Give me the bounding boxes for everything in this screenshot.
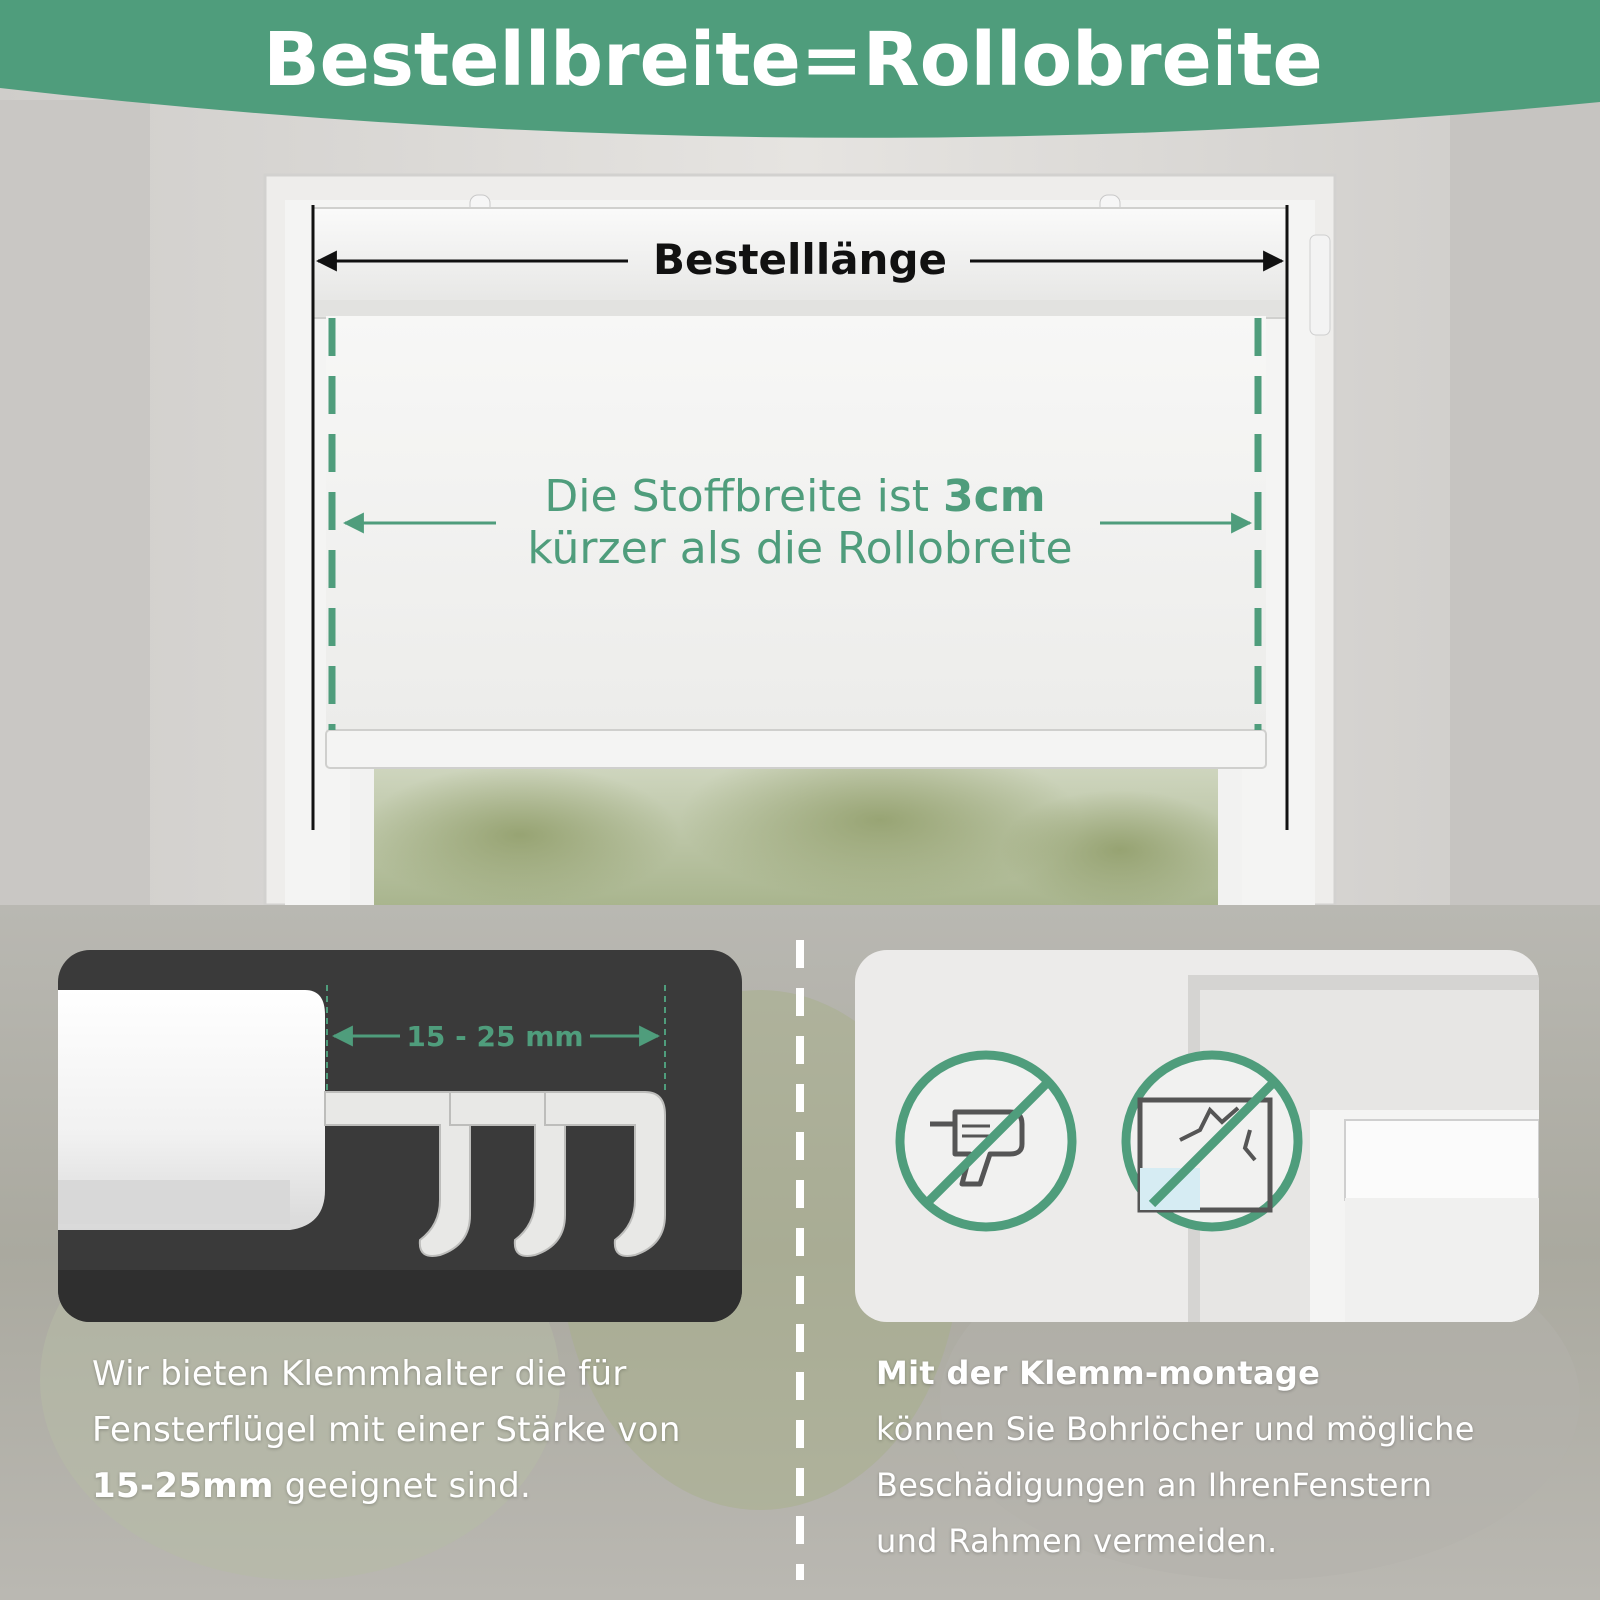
clamp-caption-bold: 15-25mm [92, 1466, 274, 1506]
product-infographic: Bestelllänge Die Stoffbreite ist 3cm kür… [0, 0, 1600, 1600]
outside-tree-blur [360, 765, 680, 905]
wall-right-recess [1450, 100, 1600, 905]
outside-tree-blur [1000, 790, 1240, 910]
clamp-caption-line3: 15-25mm geeignet sind. [92, 1458, 742, 1514]
no-drill-icon [895, 1050, 1077, 1232]
order-length-label: Bestelllänge [653, 235, 947, 284]
panel-floor [58, 1270, 742, 1322]
clamp-caption: Wir bieten Klemmhalter die für Fensterfl… [92, 1346, 742, 1514]
wall-left-recess [0, 100, 150, 905]
clamp-caption-rest: geeignet sind. [273, 1466, 532, 1506]
panel-cassette [1344, 1119, 1539, 1201]
clamp-bracket-panel: 15 - 25 mm [58, 950, 742, 1322]
mounting-caption-heading: Mit der Klemm-montage [876, 1354, 1321, 1392]
panel-fabric [1345, 1198, 1539, 1322]
fabric-note-line2: kürzer als die Rollobreite [527, 523, 1072, 574]
window-mullion [1218, 765, 1242, 905]
fabric-note-line1: Die Stoffbreite ist 3cm [544, 471, 1045, 522]
header-title: Bestellbreite=Rollobreite [263, 17, 1323, 103]
clamp-caption-line1: Wir bieten Klemmhalter die für [92, 1354, 627, 1394]
mounting-caption-line2: Beschädigungen an IhrenFenstern [876, 1466, 1433, 1504]
blind-bottom-bar [325, 729, 1267, 769]
cassette-lip [313, 300, 1287, 316]
no-drilling-panel [855, 950, 1539, 1322]
window-handle [1309, 234, 1331, 336]
mounting-caption: Mit der Klemm-montage können Sie Bohrlöc… [876, 1345, 1556, 1569]
rail-lower-edge [58, 1180, 290, 1224]
mounting-caption-line1: können Sie Bohrlöcher und mögliche [876, 1410, 1475, 1448]
clamp-caption-line2: Fensterflügel mit einer Stärke von [92, 1410, 681, 1450]
window-mullion [350, 765, 374, 905]
no-broken-window-icon [1121, 1050, 1303, 1232]
range-label: 15 - 25 mm [406, 1020, 583, 1053]
mounting-caption-line3: und Rahmen vermeiden. [876, 1522, 1278, 1560]
